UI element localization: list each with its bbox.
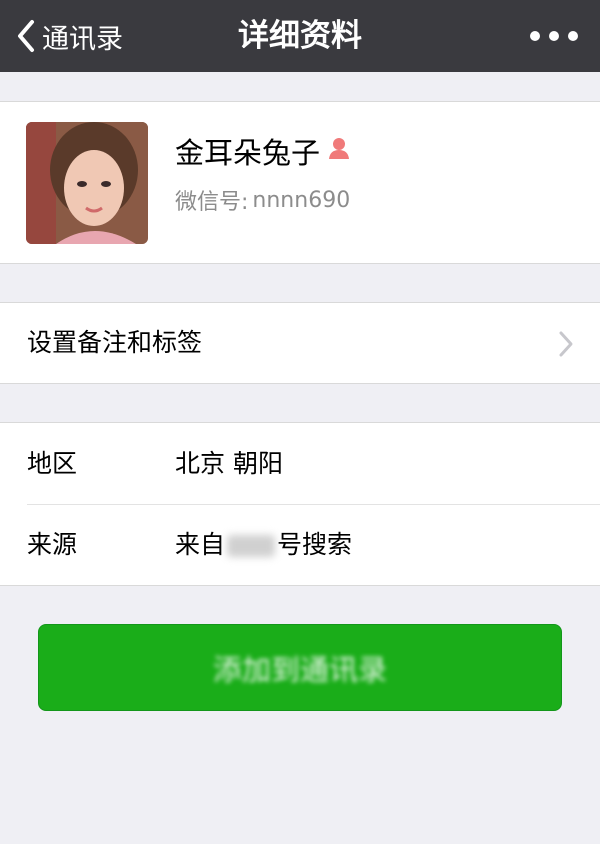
source-label: 来源 <box>27 530 78 559</box>
navigation-bar: 通讯录 详细资料 <box>0 0 600 72</box>
more-options-button[interactable] <box>530 0 578 72</box>
chevron-right-icon <box>559 331 573 357</box>
more-dot-icon <box>568 31 578 41</box>
more-dot-icon <box>549 31 559 41</box>
profile-card: 金耳朵兔子 微信号: nnnn690 <box>0 101 600 264</box>
region-value: 北京 朝阳 <box>175 449 283 478</box>
region-row: 地区 北京 朝阳 <box>0 423 600 504</box>
nickname: 金耳朵兔子 <box>175 136 321 170</box>
wechat-id-value: nnnn690 <box>252 187 351 213</box>
more-dot-icon <box>530 31 540 41</box>
wechat-id-row: 微信号: nnnn690 <box>175 184 350 216</box>
region-label: 地区 <box>27 449 78 478</box>
source-value: 来自 号搜索 <box>175 504 352 585</box>
add-to-contacts-button[interactable]: 添加到通讯录 <box>38 624 562 711</box>
avatar[interactable] <box>26 122 148 244</box>
source-prefix: 来自 <box>175 530 226 559</box>
female-icon <box>326 134 352 168</box>
add-to-contacts-label: 添加到通讯录 <box>212 652 387 687</box>
blurred-text <box>227 535 276 557</box>
info-card: 地区 北京 朝阳 来源 来自 号搜索 <box>0 422 600 586</box>
nickname-row: 金耳朵兔子 <box>175 130 352 172</box>
back-button[interactable]: 通讯录 <box>16 0 123 72</box>
source-suffix: 号搜索 <box>277 530 353 559</box>
back-label: 通讯录 <box>42 23 123 55</box>
chevron-left-icon <box>18 20 34 52</box>
set-remark-and-tags-row[interactable]: 设置备注和标签 <box>0 302 600 384</box>
source-row: 来源 来自 号搜索 <box>0 504 600 585</box>
remark-label: 设置备注和标签 <box>27 328 203 357</box>
wechat-id-label: 微信号: <box>175 190 249 215</box>
avatar-image <box>26 122 148 244</box>
